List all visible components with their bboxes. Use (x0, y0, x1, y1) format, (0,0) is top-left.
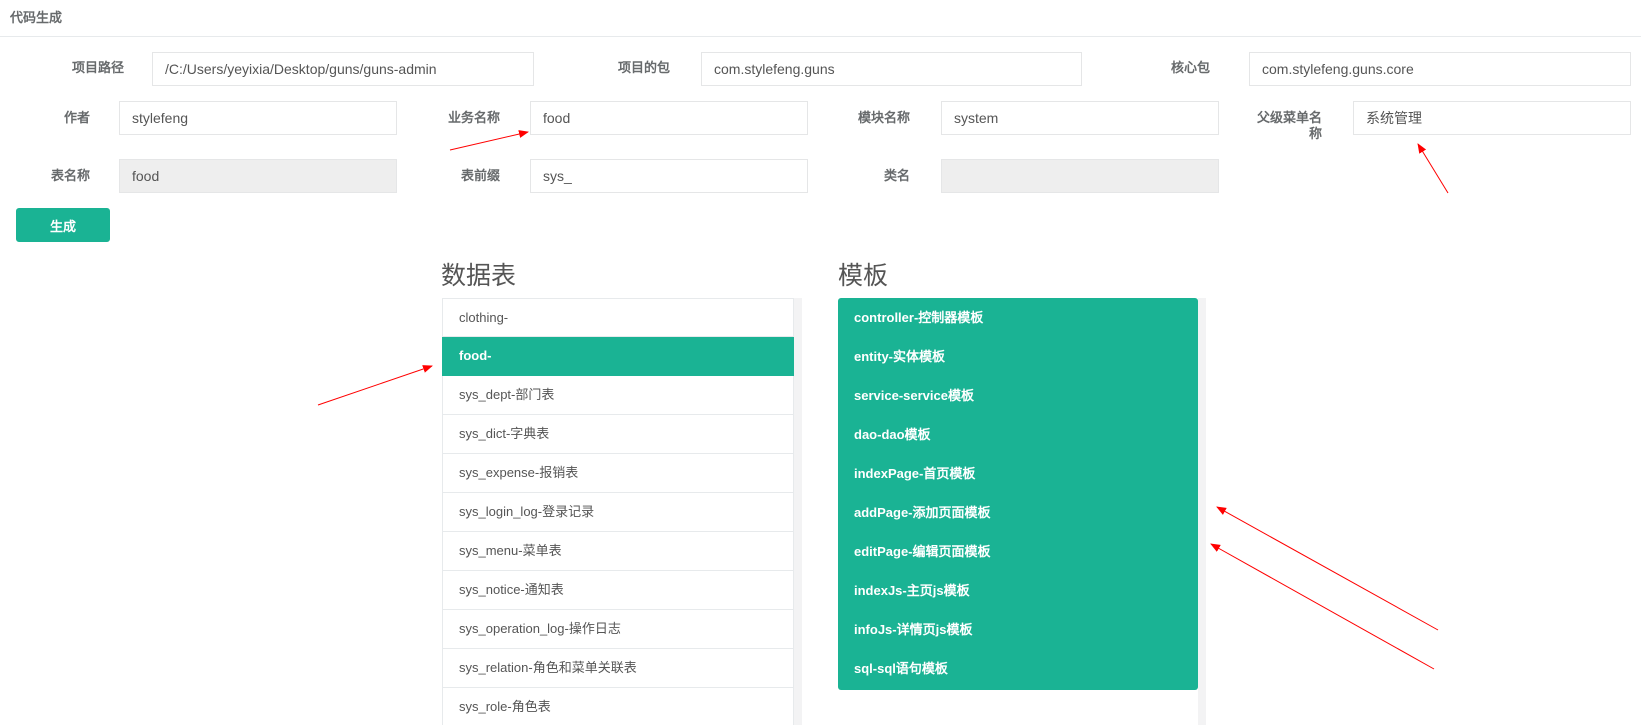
module-name-label: 模块名称 (857, 110, 910, 125)
code-generator-page: 代码生成 项目路径 项目的包 核心包 作者 业务名称 模块名称 父级菜单名 称 … (0, 0, 1641, 725)
table-item[interactable]: sys_dict-字典表 (442, 415, 794, 454)
arrow-template-2 (1210, 543, 1435, 670)
arrow-template-1 (1216, 506, 1439, 631)
core-package-input[interactable] (1249, 52, 1631, 86)
table-prefix-label: 表前缀 (460, 168, 500, 183)
panel-title: 代码生成 (10, 10, 63, 25)
parent-menu-label-line1: 父级菜单名 (1256, 110, 1322, 125)
class-name-label: 类名 (883, 168, 910, 183)
template-item[interactable]: indexPage-首页模板 (838, 454, 1198, 493)
table-item[interactable]: sys_relation-角色和菜单关联表 (442, 649, 794, 688)
table-name-input[interactable] (119, 159, 397, 193)
table-item[interactable]: sys_expense-报销表 (442, 454, 794, 493)
template-list-gutter (1198, 298, 1206, 725)
project-package-input[interactable] (701, 52, 1082, 86)
template-list: controller-控制器模板 entity-实体模板 service-servi… (838, 298, 1198, 690)
table-item[interactable]: food- (442, 337, 794, 376)
table-item[interactable]: sys_operation_log-操作日志 (442, 610, 794, 649)
template-item[interactable]: addPage-添加页面模板 (838, 493, 1198, 532)
arrow-food-table (317, 365, 433, 406)
author-label: 作者 (63, 110, 90, 125)
project-package-label: 项目的包 (617, 60, 670, 75)
tables-title: 数据表 (441, 262, 517, 290)
table-item[interactable]: sys_menu-菜单表 (442, 532, 794, 571)
template-item[interactable]: service-service模板 (838, 376, 1198, 415)
table-name-label: 表名称 (50, 168, 90, 183)
templates-title: 模板 (838, 262, 889, 290)
project-path-label: 项目路径 (71, 60, 124, 75)
template-item[interactable]: sql-sql语句模板 (838, 649, 1198, 688)
author-input[interactable] (119, 101, 397, 135)
biz-name-input[interactable] (530, 101, 808, 135)
panel-header: 代码生成 (0, 0, 1641, 37)
template-item[interactable]: infoJs-详情页js模板 (838, 610, 1198, 649)
table-item[interactable]: sys_login_log-登录记录 (442, 493, 794, 532)
template-item[interactable]: indexJs-主页js模板 (838, 571, 1198, 610)
project-path-input[interactable] (152, 52, 534, 86)
template-item[interactable]: controller-控制器模板 (838, 298, 1198, 337)
module-name-input[interactable] (941, 101, 1219, 135)
template-item[interactable]: entity-实体模板 (838, 337, 1198, 376)
table-item[interactable]: clothing- (442, 298, 794, 337)
arrow-biz-name (449, 130, 529, 151)
parent-menu-input[interactable] (1353, 101, 1631, 135)
generate-button[interactable]: 生成 (16, 208, 110, 242)
parent-menu-label: 父级菜单名 称 (1240, 110, 1322, 142)
table-item[interactable]: sys_notice-通知表 (442, 571, 794, 610)
template-item[interactable]: editPage-编辑页面模板 (838, 532, 1198, 571)
table-item[interactable]: sys_dept-部门表 (442, 376, 794, 415)
table-item[interactable]: sys_role-角色表 (442, 688, 794, 725)
core-package-label: 核心包 (1170, 60, 1210, 75)
parent-menu-label-line2: 称 (1308, 126, 1322, 141)
template-item[interactable]: dao-dao模板 (838, 415, 1198, 454)
biz-name-label: 业务名称 (447, 110, 500, 125)
arrow-parent-menu (1417, 143, 1449, 194)
table-list: clothing-food-sys_dept-部门表 sys_dict-字典表 sy… (442, 298, 802, 725)
table-prefix-input[interactable] (530, 159, 808, 193)
class-name-input[interactable] (941, 159, 1219, 193)
